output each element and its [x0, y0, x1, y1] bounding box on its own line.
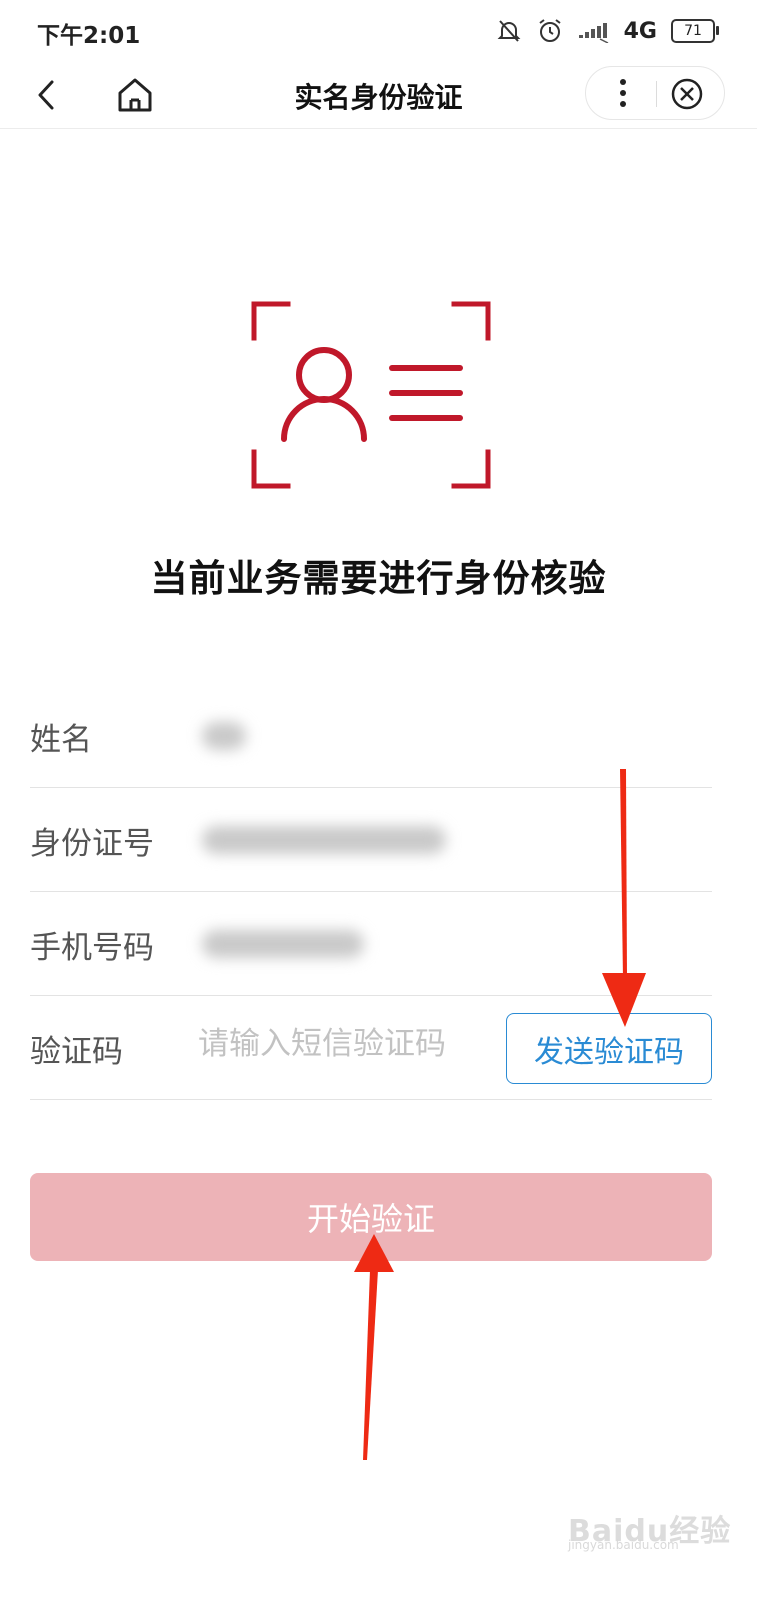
id-number-value-obscured — [202, 826, 446, 854]
id-card-person-icon — [251, 301, 491, 489]
battery-icon: 71 — [671, 19, 719, 43]
watermark-url: jingyan.baidu.com — [568, 1538, 679, 1552]
back-icon[interactable] — [28, 72, 68, 118]
home-icon[interactable] — [112, 72, 158, 118]
capsule-divider — [656, 81, 657, 107]
phone-value-obscured — [202, 930, 364, 958]
name-value-obscured — [202, 722, 246, 750]
status-bar: 下午2:01 4G 71 — [0, 0, 757, 62]
battery-level: 71 — [684, 23, 702, 39]
network-label: 4G — [623, 18, 657, 44]
phone-label: 手机号码 — [30, 930, 154, 966]
status-icons: 4G 71 — [496, 14, 719, 48]
name-label: 姓名 — [30, 722, 92, 758]
sms-code-label: 验证码 — [30, 1034, 123, 1070]
alarm-icon — [539, 19, 561, 42]
annotation-arrow-down — [602, 769, 646, 1027]
id-number-label: 身份证号 — [30, 826, 154, 862]
signal-icon — [578, 23, 608, 43]
sms-code-input[interactable] — [198, 1026, 488, 1062]
status-time: 下午2:01 — [37, 23, 141, 49]
nav-bar: 实名身份验证 — [0, 62, 757, 129]
close-icon[interactable] — [670, 77, 704, 111]
mini-program-capsule — [585, 66, 725, 120]
annotation-arrow-up — [354, 1234, 394, 1460]
baidu-jingyan-watermark: Baidu经验 jingyan.baidu.com — [568, 1488, 738, 1552]
verification-headline: 当前业务需要进行身份核验 — [150, 557, 607, 600]
bell-off-icon — [497, 20, 521, 42]
more-icon[interactable] — [608, 76, 638, 110]
